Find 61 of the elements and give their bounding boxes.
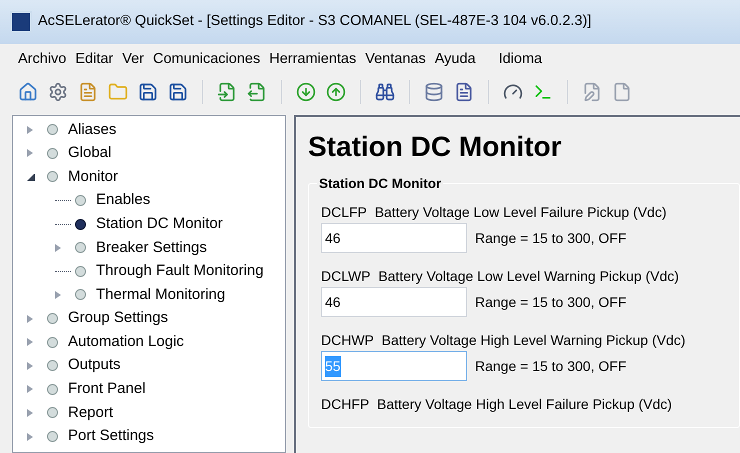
tree-item[interactable]: Front Panel xyxy=(68,378,146,401)
expand-triangle-icon[interactable] xyxy=(27,408,35,417)
import-file-icon[interactable] xyxy=(217,82,237,102)
file-icon[interactable] xyxy=(612,82,632,102)
tree-item[interactable]: Monitor xyxy=(68,166,118,188)
menu-item[interactable]: Herramientas xyxy=(269,48,356,70)
tree-item[interactable]: Outputs xyxy=(68,354,121,377)
setting-label: DCHFP Battery Voltage High Level Failure Pickup (Vdc) xyxy=(321,395,673,414)
tree-item[interactable]: Aliases xyxy=(68,118,116,142)
page-title: Station DC Monitor xyxy=(308,130,563,164)
menu-item[interactable]: Ayuda xyxy=(434,48,476,70)
menu-item[interactable]: Editar xyxy=(75,48,114,70)
value-field[interactable]: 46 xyxy=(321,223,467,253)
window-title: AcSELerator® QuickSet - [Settings Editor - S3 COMANEL (SEL-487E-3 104 v6.0.2.3)] xyxy=(38,12,592,32)
menu-item[interactable]: Ver xyxy=(122,48,144,70)
tree-item[interactable]: Automation Logic xyxy=(68,330,184,354)
tree-item[interactable]: Group Settings xyxy=(68,307,168,330)
tree-item[interactable]: Port Settings xyxy=(68,425,154,448)
menu-item[interactable]: Idioma xyxy=(498,48,542,70)
tree-item[interactable]: Global xyxy=(68,142,112,165)
expand-triangle-icon[interactable] xyxy=(27,338,35,346)
expand-triangle-icon[interactable] xyxy=(27,362,35,370)
tree-connector-icon xyxy=(55,224,71,225)
tree-item[interactable]: Through Fault Monitoring xyxy=(96,260,264,283)
setting-label: DCLWP Battery Voltage Low Level Warning Pickup (Vdc) xyxy=(321,267,680,286)
setting-label: DCHWP Battery Voltage High Level Warning Pickup (Vdc) xyxy=(321,331,686,350)
expand-triangle-icon[interactable] xyxy=(55,290,63,299)
home-icon[interactable] xyxy=(18,82,38,102)
gears-icon[interactable] xyxy=(48,82,68,102)
collapse-triangle-icon[interactable] xyxy=(27,172,35,181)
value-field[interactable]: 46 xyxy=(321,287,467,317)
expand-triangle-icon[interactable] xyxy=(27,432,35,441)
expand-triangle-icon[interactable] xyxy=(55,244,63,252)
menu-item[interactable]: Ventanas xyxy=(365,48,426,70)
menu-item[interactable]: Archivo xyxy=(18,48,66,70)
save-all-icon[interactable] xyxy=(168,82,188,102)
binoculars-icon[interactable] xyxy=(375,82,395,102)
tree-item[interactable]: Enables xyxy=(96,189,150,212)
upload-icon[interactable] xyxy=(326,82,346,102)
tree-item[interactable]: Report xyxy=(68,402,114,424)
new-file-icon[interactable] xyxy=(78,82,98,102)
tree-item[interactable]: Station DC Monitor xyxy=(96,212,223,236)
folder-icon[interactable] xyxy=(108,82,128,102)
tree-connector-icon xyxy=(55,270,71,272)
tree-item[interactable]: Breaker Settings xyxy=(96,236,207,260)
expand-triangle-icon[interactable] xyxy=(27,314,35,323)
app-logo-icon xyxy=(10,11,32,33)
edit-file-icon[interactable] xyxy=(582,82,602,102)
export-file-icon[interactable] xyxy=(247,82,267,102)
range-text: Range = 15 to 300, OFF xyxy=(475,356,626,376)
range-text: Range = 15 to 300, OFF xyxy=(475,292,626,312)
tree-item[interactable]: Thermal Monitoring xyxy=(96,284,226,306)
menu-item[interactable]: Comunicaciones xyxy=(153,48,260,70)
range-text: Range = 15 to 300, OFF xyxy=(475,228,626,248)
save-icon[interactable] xyxy=(138,82,158,102)
expand-triangle-icon[interactable] xyxy=(27,126,35,134)
setting-label: DCLFP Battery Voltage Low Level Failure Pickup (Vdc) xyxy=(321,203,668,222)
expand-triangle-icon[interactable] xyxy=(27,149,35,158)
tree-connector-icon xyxy=(55,200,71,202)
download-icon[interactable] xyxy=(296,82,316,102)
expand-triangle-icon[interactable] xyxy=(27,385,35,394)
